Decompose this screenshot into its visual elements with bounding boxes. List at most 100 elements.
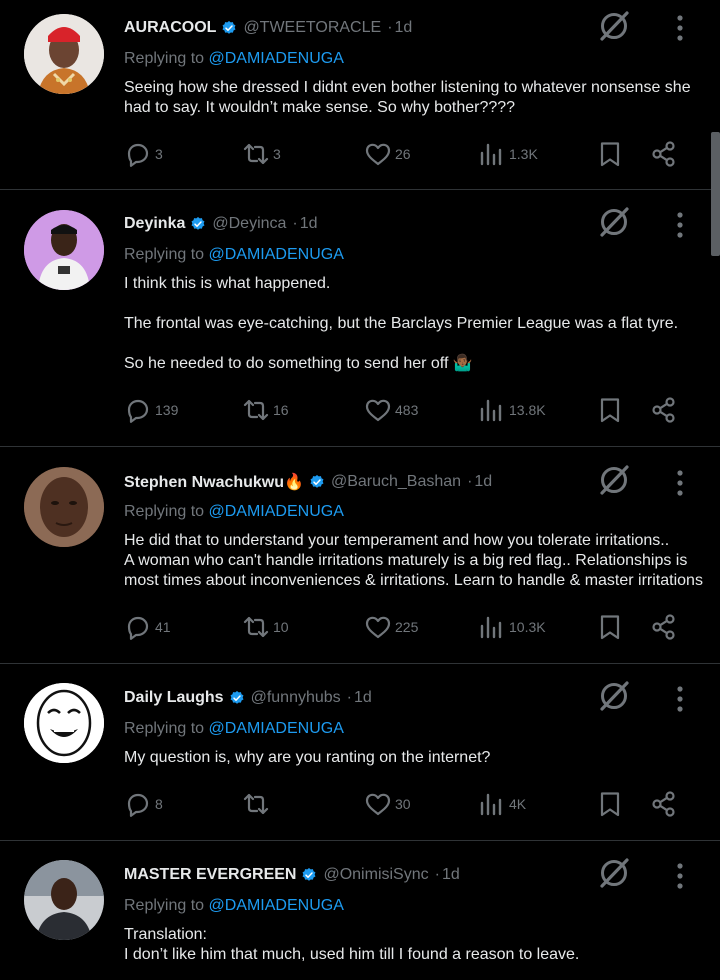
like-button[interactable]: 225 — [364, 612, 418, 642]
handle[interactable]: @Deyinca — [212, 215, 286, 233]
reply-button[interactable]: 3 — [124, 139, 163, 169]
reply-button[interactable]: 41 — [124, 612, 171, 642]
like-count: 225 — [395, 619, 419, 635]
mention-link[interactable]: @DAMIADENUGA — [209, 246, 344, 263]
retweet-button[interactable]: 10 — [242, 612, 289, 642]
grok-icon[interactable] — [596, 678, 632, 714]
timestamp[interactable]: 1d — [354, 689, 372, 707]
mention-link[interactable]: @DAMIADENUGA — [209, 503, 344, 520]
retweet-count: 16 — [273, 402, 289, 418]
views-icon — [480, 399, 502, 422]
mention-link[interactable]: @DAMIADENUGA — [209, 720, 344, 737]
display-name[interactable]: Stephen Nwachukwu🔥 — [124, 472, 304, 492]
like-count: 483 — [395, 402, 419, 418]
action-bar: 139 16 483 13.8K — [124, 395, 694, 425]
more-icon[interactable] — [670, 861, 690, 891]
retweet-icon — [243, 793, 269, 815]
mention-link[interactable]: @DAMIADENUGA — [209, 50, 344, 67]
avatar[interactable] — [24, 683, 104, 763]
handle[interactable]: @OnimisiSync — [323, 866, 428, 884]
bookmark-button[interactable] — [596, 395, 624, 425]
timestamp[interactable]: 1d — [474, 473, 492, 491]
bookmark-button[interactable] — [596, 139, 624, 169]
reply-button[interactable]: 139 — [124, 395, 178, 425]
tweet-paragraph: My question is, why are you ranting on t… — [124, 749, 491, 766]
retweet-button[interactable]: 3 — [242, 139, 281, 169]
more-icon[interactable] — [670, 468, 690, 498]
views-icon — [480, 616, 502, 639]
handle[interactable]: @funnyhubs — [251, 689, 341, 707]
replying-to: Replying to @DAMIADENUGA — [124, 897, 344, 915]
share-icon — [652, 397, 675, 423]
share-button[interactable] — [650, 789, 678, 819]
scrollbar[interactable] — [711, 132, 720, 256]
avatar[interactable] — [24, 467, 104, 547]
like-icon — [365, 616, 391, 639]
replying-to-label: Replying to — [124, 897, 205, 914]
retweet-button[interactable] — [242, 789, 273, 819]
avatar[interactable] — [24, 860, 104, 940]
reply-button[interactable]: 8 — [124, 789, 163, 819]
grok-icon[interactable] — [596, 204, 632, 240]
display-name[interactable]: MASTER EVERGREEN — [124, 866, 296, 884]
display-name[interactable]: Daily Laughs — [124, 689, 224, 707]
views-button[interactable]: 10.3K — [478, 612, 546, 642]
timestamp[interactable]: 1d — [395, 19, 413, 37]
handle[interactable]: @Baruch_Bashan — [331, 473, 461, 491]
verified-badge-icon — [230, 691, 244, 704]
tweet-text: Seeing how she dressed I didnt even both… — [124, 78, 704, 118]
share-icon — [652, 791, 675, 817]
like-count: 30 — [395, 796, 411, 812]
separator-dot: · — [467, 473, 473, 490]
reply-count: 139 — [155, 402, 179, 418]
grok-icon[interactable] — [596, 855, 632, 891]
bookmark-icon — [600, 792, 620, 817]
bookmark-button[interactable] — [596, 612, 624, 642]
more-icon[interactable] — [670, 210, 690, 240]
bookmark-icon — [600, 398, 620, 423]
tweet-paragraph: The frontal was eye-catching, but the Ba… — [124, 315, 679, 332]
tweet[interactable]: Stephen Nwachukwu🔥 @Baruch_Bashan · 1d R… — [0, 447, 720, 663]
display-name[interactable]: AURACOOL — [124, 19, 216, 37]
avatar[interactable] — [24, 210, 104, 290]
timestamp[interactable]: 1d — [300, 215, 318, 233]
grok-icon[interactable] — [596, 8, 632, 44]
verified-badge-icon — [303, 868, 316, 881]
views-count: 13.8K — [509, 402, 546, 418]
share-button[interactable] — [650, 139, 678, 169]
share-button[interactable] — [650, 395, 678, 425]
replying-to: Replying to @DAMIADENUGA — [124, 246, 344, 264]
action-bar: 41 10 225 10.3K — [124, 612, 694, 642]
reply-icon — [127, 399, 149, 423]
grok-icon[interactable] — [596, 462, 632, 498]
like-button[interactable]: 483 — [364, 395, 418, 425]
handle[interactable]: @TWEETORACLE — [243, 19, 381, 37]
replying-to: Replying to @DAMIADENUGA — [124, 720, 344, 738]
tweet[interactable]: Deyinka @Deyinca · 1d Replying to @DAMIA… — [0, 190, 720, 446]
reply-count: 3 — [155, 146, 163, 162]
bookmark-button[interactable] — [596, 789, 624, 819]
tweet-text: Translation: I don’t like him that much,… — [124, 925, 704, 965]
tweet[interactable]: AURACOOL @TWEETORACLE · 1d Replying to @… — [0, 0, 720, 190]
views-button[interactable]: 13.8K — [478, 395, 546, 425]
views-count: 4K — [509, 796, 527, 812]
like-button[interactable]: 30 — [364, 789, 411, 819]
timestamp[interactable]: 1d — [442, 866, 460, 884]
views-button[interactable]: 4K — [478, 789, 526, 819]
tweet-text: My question is, why are you ranting on t… — [124, 748, 704, 768]
tweet-text: I think this is what happened. The front… — [124, 274, 704, 374]
mention-link[interactable]: @DAMIADENUGA — [209, 897, 344, 914]
tweet-paragraph: He did that to understand your temperame… — [124, 532, 703, 589]
bookmark-icon — [600, 615, 620, 640]
display-name[interactable]: Deyinka — [124, 215, 185, 233]
tweet[interactable]: MASTER EVERGREEN @OnimisiSync · 1d Reply… — [0, 841, 720, 980]
more-icon[interactable] — [670, 684, 690, 714]
retweet-button[interactable]: 16 — [242, 395, 289, 425]
tweet[interactable]: Daily Laughs @funnyhubs · 1d Replying to… — [0, 664, 720, 840]
like-button[interactable]: 26 — [364, 139, 411, 169]
avatar[interactable] — [24, 14, 104, 94]
more-icon[interactable] — [670, 13, 690, 43]
reply-count: 41 — [155, 619, 171, 635]
views-button[interactable]: 1.3K — [478, 139, 538, 169]
share-button[interactable] — [650, 612, 678, 642]
